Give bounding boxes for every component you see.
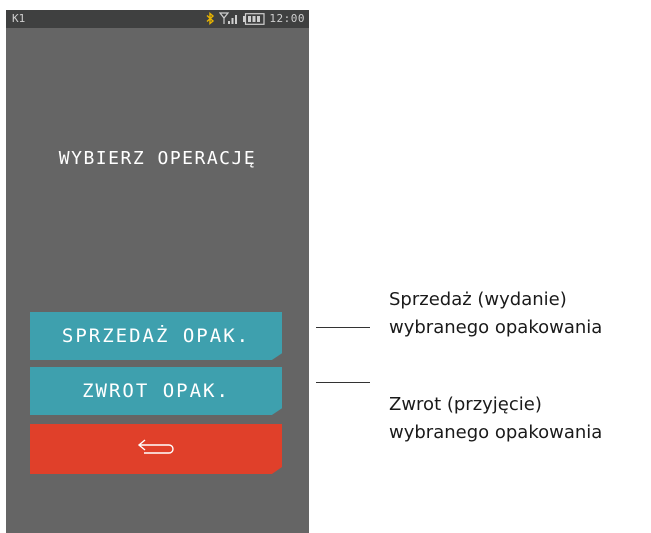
device-screen: K1 12:00 WYBIERZ OPERACJĘ SPRZEDAŻ OPAK.…: [6, 10, 309, 533]
callout-return: Zwrot (przyjęcie) wybranego opakowania: [389, 391, 602, 447]
status-bar: K1 12:00: [6, 10, 309, 28]
return-arrow-icon: [136, 438, 176, 461]
signal-icon: [219, 10, 239, 29]
callout-line-return: [316, 382, 370, 383]
sale-package-button[interactable]: SPRZEDAŻ OPAK.: [30, 312, 282, 360]
callout-sale-line1: Sprzedaż (wydanie): [389, 289, 567, 310]
callout-return-line2: wybranego opakowania: [389, 422, 603, 443]
back-button[interactable]: [30, 424, 282, 474]
callout-line-sale: [316, 327, 370, 328]
terminal-label: K1: [12, 12, 26, 25]
screen-title: WYBIERZ OPERACJĘ: [58, 148, 257, 169]
battery-icon: [243, 10, 265, 29]
clock: 12:00: [269, 12, 305, 25]
callout-sale-line2: wybranego opakowania: [389, 317, 603, 338]
callout-return-line1: Zwrot (przyjęcie): [389, 394, 542, 415]
status-icons: 12:00: [206, 10, 305, 28]
bluetooth-icon: [206, 10, 215, 29]
callout-sale: Sprzedaż (wydanie) wybranego opakowania: [389, 286, 602, 342]
return-package-button[interactable]: ZWROT OPAK.: [30, 367, 282, 415]
